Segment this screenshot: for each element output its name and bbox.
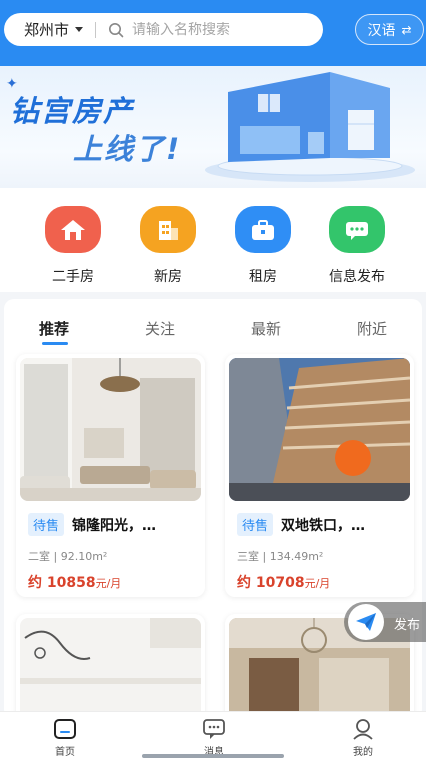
- entry-label: 新房: [154, 269, 182, 285]
- tab-follow[interactable]: 关注: [145, 318, 175, 339]
- status-badge: 待售: [237, 513, 274, 536]
- publish-float-button[interactable]: 发布: [344, 602, 426, 642]
- entry-label: 租房: [249, 269, 277, 285]
- listing-title: 双地铁口，…: [281, 517, 366, 534]
- entry-publish-info[interactable]: 信息发布: [317, 206, 397, 286]
- listing-title-row: 待售 双地铁口，…: [237, 513, 414, 536]
- search-input[interactable]: [132, 21, 303, 38]
- nav-home[interactable]: 首页: [35, 718, 95, 758]
- home-indicator: [142, 754, 284, 758]
- nav-label: 我的: [353, 747, 373, 758]
- tab-recommend[interactable]: 推荐: [39, 318, 69, 339]
- listing-price: 约 10708元/月: [237, 572, 414, 592]
- listing-price: 约 10858元/月: [28, 572, 205, 592]
- promo-banner[interactable]: ✦ 钻宫房产 上线了!: [0, 66, 426, 188]
- room-illustration: [205, 72, 415, 182]
- listing-title: 锦隆阳光，…: [72, 517, 157, 534]
- price-prefix: 约: [237, 575, 251, 591]
- top-header: 郑州市 汉语 ⇄: [0, 0, 426, 66]
- entry-second-hand[interactable]: 二手房: [33, 206, 113, 286]
- entry-label: 信息发布: [329, 269, 385, 285]
- city-selector[interactable]: 郑州市: [24, 19, 69, 40]
- listing-photo: [20, 618, 201, 719]
- listing-meta: 三室 | 134.49m²: [237, 550, 324, 563]
- price-unit: 元/月: [95, 577, 122, 590]
- caret-down-icon[interactable]: [75, 27, 84, 32]
- building-icon: [140, 206, 196, 253]
- price-unit: 元/月: [304, 577, 331, 590]
- tab-latest[interactable]: 最新: [251, 318, 281, 339]
- listing-card[interactable]: [16, 614, 205, 719]
- quick-entry-bar: 二手房 新房 租房 信息发布: [0, 188, 426, 292]
- nav-messages[interactable]: 消息: [184, 718, 244, 758]
- listing-title-row: 待售 锦隆阳光，…: [28, 513, 205, 536]
- entry-new-house[interactable]: 新房: [128, 206, 208, 286]
- nav-label: 首页: [55, 747, 75, 758]
- swap-icon: ⇄: [401, 22, 412, 37]
- entry-label: 二手房: [52, 269, 94, 285]
- tab-nearby[interactable]: 附近: [357, 318, 387, 339]
- listing-feed: 推荐 关注 最新 附近 待售 锦隆阳光，… 二室 | 92.10m² 约 108…: [4, 299, 422, 719]
- house-icon: [45, 206, 101, 253]
- divider: [95, 21, 97, 38]
- paper-plane-icon: [348, 604, 384, 640]
- listing-meta: 二室 | 92.10m²: [28, 550, 108, 563]
- entry-rent[interactable]: 租房: [223, 206, 303, 286]
- language-button[interactable]: 汉语 ⇄: [355, 14, 424, 45]
- message-icon: [203, 719, 225, 739]
- search-icon: [109, 22, 124, 37]
- language-label: 汉语: [367, 22, 396, 39]
- listing-photo: [229, 358, 410, 501]
- banner-subtitle: 上线了!: [73, 132, 182, 166]
- price-prefix: 约: [28, 575, 42, 591]
- price-value: 10858: [46, 575, 96, 591]
- listing-card[interactable]: 待售 双地铁口，… 三室 | 134.49m² 约 10708元/月: [225, 354, 414, 597]
- listing-photo: [20, 358, 201, 501]
- listing-card[interactable]: 待售 锦隆阳光，… 二室 | 92.10m² 约 10858元/月: [16, 354, 205, 597]
- suitcase-icon: [235, 206, 291, 253]
- feed-tabs: 推荐 关注 最新 附近: [4, 299, 422, 351]
- home-icon: [54, 719, 76, 739]
- status-badge: 待售: [28, 513, 65, 536]
- search-bar: 郑州市: [4, 13, 323, 46]
- price-value: 10708: [255, 575, 305, 591]
- profile-icon: [353, 719, 373, 740]
- publish-label: 发布: [394, 618, 421, 633]
- banner-title: 钻宫房产: [10, 94, 135, 128]
- chat-icon: [329, 206, 385, 253]
- active-tab-indicator: [42, 342, 68, 345]
- nav-profile[interactable]: 我的: [333, 718, 393, 758]
